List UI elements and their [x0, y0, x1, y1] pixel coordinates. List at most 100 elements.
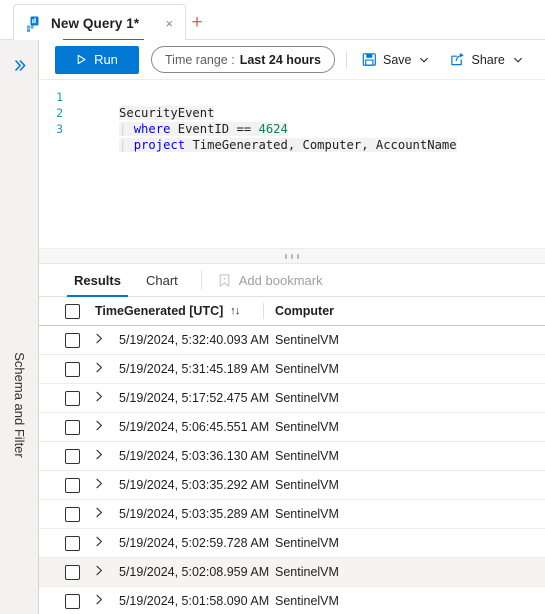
- code-line-2[interactable]: 2 | where EventID == 4624: [39, 105, 545, 136]
- sort-arrows-icon[interactable]: ↑↓: [230, 305, 240, 317]
- save-button[interactable]: Save: [356, 46, 436, 74]
- row-checkbox[interactable]: [65, 419, 95, 435]
- table-row[interactable]: 5/19/2024, 5:31:45.189 AM SentinelVM: [39, 355, 545, 384]
- code-line-1[interactable]: 1 SecurityEvent: [39, 89, 545, 120]
- cell-timegenerated-value: 5/19/2024, 5:01:58.090 AM: [119, 594, 270, 608]
- table-row[interactable]: 5/19/2024, 5:17:52.475 AM SentinelVM: [39, 384, 545, 413]
- table-row[interactable]: 5/19/2024, 5:01:58.090 AM SentinelVM: [39, 587, 545, 614]
- checkbox-unchecked-icon: [65, 303, 80, 319]
- add-bookmark-button[interactable]: Add bookmark: [213, 266, 327, 294]
- row-checkbox[interactable]: [65, 593, 95, 609]
- bookmark-icon: [217, 273, 232, 288]
- cell-timegenerated: 5/19/2024, 5:17:52.475 AM: [119, 391, 275, 405]
- row-checkbox[interactable]: [65, 390, 95, 406]
- panel-splitter[interactable]: [39, 248, 545, 264]
- row-checkbox[interactable]: [65, 506, 95, 522]
- checkbox-unchecked-icon: [65, 506, 80, 522]
- code-line-3[interactable]: 3 | project TimeGenerated, Computer, Acco…: [39, 121, 545, 152]
- results-panel: Results Chart Add bookmark TimeGenerated…: [39, 264, 545, 614]
- column-header-timegenerated-label: TimeGenerated [UTC]: [95, 304, 224, 318]
- save-button-label: Save: [382, 52, 412, 67]
- row-expand-toggle[interactable]: [95, 420, 119, 434]
- cell-timegenerated: 5/19/2024, 5:02:59.728 AM: [119, 536, 275, 550]
- run-button[interactable]: Run: [55, 45, 139, 74]
- cell-computer-value: SentinelVM: [275, 420, 339, 434]
- column-header-computer[interactable]: Computer: [275, 304, 415, 318]
- kql-query-editor[interactable]: 1 SecurityEvent 2 | where EventID == 4624 …: [39, 80, 545, 248]
- checkbox-unchecked-icon: [65, 564, 80, 580]
- cell-timegenerated-value: 5/19/2024, 5:03:35.292 AM: [119, 478, 270, 492]
- cell-computer: SentinelVM: [275, 594, 415, 608]
- cell-timegenerated: 5/19/2024, 5:03:35.292 AM: [119, 478, 275, 492]
- row-checkbox[interactable]: [65, 535, 95, 551]
- cell-computer-value: SentinelVM: [275, 391, 339, 405]
- drag-handle-icon[interactable]: [285, 253, 299, 259]
- row-expand-toggle[interactable]: [95, 536, 119, 550]
- tab-chart-label: Chart: [145, 272, 178, 288]
- cell-computer: SentinelVM: [275, 333, 415, 347]
- chevron-right-icon: [95, 507, 104, 521]
- tab-results-label: Results: [74, 272, 121, 288]
- cell-computer: SentinelVM: [275, 478, 415, 492]
- cell-computer: SentinelVM: [275, 507, 415, 521]
- table-row[interactable]: 5/19/2024, 5:02:08.959 AM SentinelVM: [39, 558, 545, 587]
- new-tab-button[interactable]: +: [185, 10, 209, 34]
- cell-computer: SentinelVM: [275, 536, 415, 550]
- table-row[interactable]: 5/19/2024, 5:06:45.551 AM SentinelVM: [39, 413, 545, 442]
- schema-filter-rail[interactable]: Schema and Filter: [0, 40, 39, 614]
- query-tab-new-query-1[interactable]: New Query 1* ×: [13, 4, 187, 41]
- select-all-checkbox[interactable]: [65, 303, 95, 319]
- cell-computer: SentinelVM: [275, 391, 415, 405]
- row-checkbox[interactable]: [65, 448, 95, 464]
- play-icon: [76, 54, 87, 65]
- row-expand-toggle[interactable]: [95, 391, 119, 405]
- row-expand-toggle[interactable]: [95, 507, 119, 521]
- log-analytics-query-window: New Query 1* × + Schema and Filter Run T…: [0, 0, 545, 614]
- share-button-label: Share: [471, 52, 505, 67]
- row-expand-toggle[interactable]: [95, 362, 119, 376]
- kql-keyword-project: project: [133, 138, 186, 152]
- table-row[interactable]: 5/19/2024, 5:03:36.130 AM SentinelVM: [39, 442, 545, 471]
- tab-results[interactable]: Results: [65, 264, 130, 297]
- cell-computer: SentinelVM: [275, 565, 415, 579]
- row-expand-toggle[interactable]: [95, 478, 119, 492]
- row-checkbox[interactable]: [65, 361, 95, 377]
- close-icon[interactable]: ×: [159, 13, 179, 33]
- results-table-header: TimeGenerated [UTC] ↑↓ Computer: [39, 297, 545, 326]
- share-arrow-icon: [450, 52, 465, 67]
- results-tab-divider: [200, 271, 202, 289]
- row-checkbox[interactable]: [65, 477, 95, 493]
- row-expand-toggle[interactable]: [95, 449, 119, 463]
- table-row[interactable]: 5/19/2024, 5:32:40.093 AM SentinelVM: [39, 326, 545, 355]
- row-expand-toggle[interactable]: [95, 333, 119, 347]
- time-range-picker[interactable]: Time range : Last 24 hours: [151, 46, 335, 73]
- table-row[interactable]: 5/19/2024, 5:03:35.292 AM SentinelVM: [39, 471, 545, 500]
- row-expand-toggle[interactable]: [95, 565, 119, 579]
- chevron-right-icon: [95, 362, 104, 376]
- cell-computer-value: SentinelVM: [275, 594, 339, 608]
- chevron-right-icon: [95, 449, 104, 463]
- cell-computer-value: SentinelVM: [275, 565, 339, 579]
- line-number: 2: [56, 106, 63, 120]
- double-chevron-right-icon[interactable]: [9, 54, 31, 76]
- cell-timegenerated-value: 5/19/2024, 5:03:36.130 AM: [119, 449, 270, 463]
- chevron-right-icon: [95, 333, 104, 347]
- table-row[interactable]: 5/19/2024, 5:02:59.728 AM SentinelVM: [39, 529, 545, 558]
- share-button[interactable]: Share: [444, 46, 528, 74]
- row-expand-toggle[interactable]: [95, 594, 119, 608]
- chevron-right-icon: [95, 478, 104, 492]
- schema-filter-label: Schema and Filter: [12, 352, 28, 458]
- checkbox-unchecked-icon: [65, 419, 80, 435]
- row-checkbox[interactable]: [65, 332, 95, 348]
- tab-chart[interactable]: Chart: [137, 264, 187, 297]
- cell-computer-value: SentinelVM: [275, 507, 339, 521]
- checkbox-unchecked-icon: [65, 448, 80, 464]
- column-header-timegenerated[interactable]: TimeGenerated [UTC] ↑↓: [95, 304, 263, 318]
- row-checkbox[interactable]: [65, 564, 95, 580]
- table-row[interactable]: 5/19/2024, 5:03:35.289 AM SentinelVM: [39, 500, 545, 529]
- chevron-down-icon[interactable]: [513, 55, 523, 65]
- chevron-down-icon[interactable]: [419, 55, 429, 65]
- cell-timegenerated-value: 5/19/2024, 5:17:52.475 AM: [119, 391, 270, 405]
- kql-pipe: |: [119, 138, 127, 152]
- results-tab-bar: Results Chart Add bookmark: [39, 264, 545, 297]
